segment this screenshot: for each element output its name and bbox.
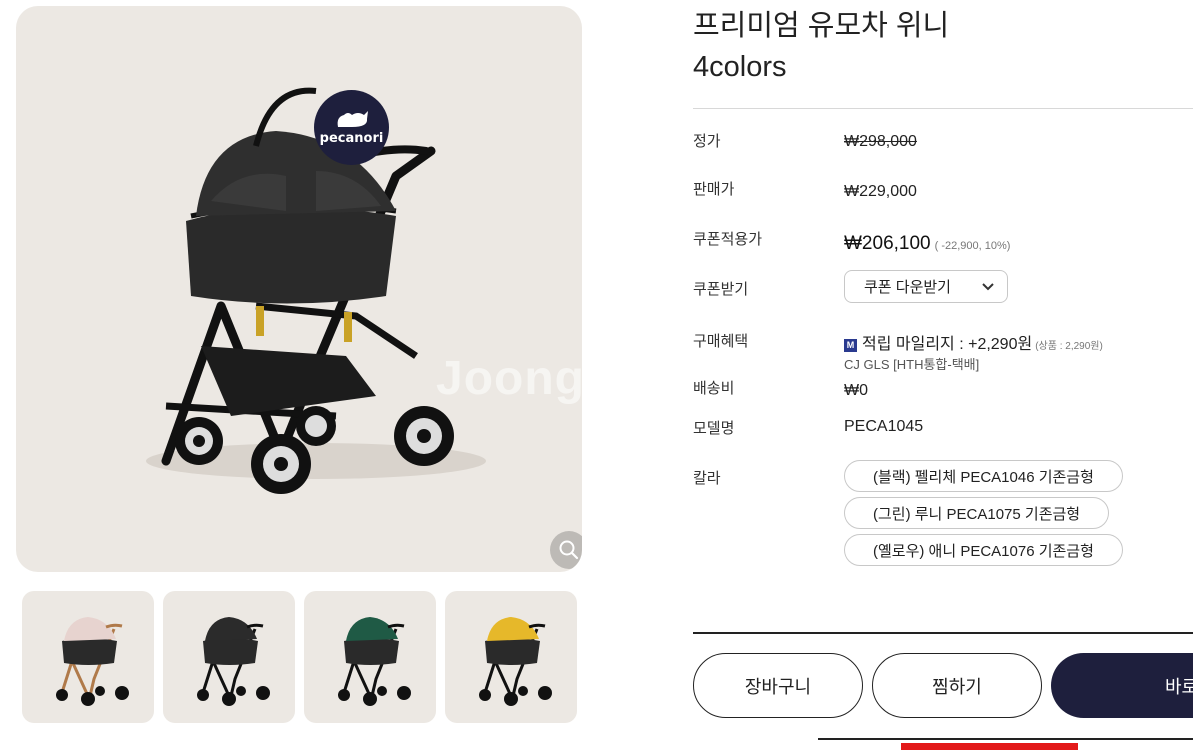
mileage-note: (상품 : 2,290원) [1035, 341, 1103, 352]
stroller-image [146, 87, 486, 494]
shipping-label: 배송비 [693, 380, 735, 397]
color-label: 칼라 [693, 470, 721, 487]
footer-red-bar [901, 743, 1078, 750]
thumbnail-1[interactable] [163, 591, 295, 723]
footer-divider [818, 738, 1193, 740]
thumbnail-0[interactable] [22, 591, 154, 723]
model-value: PECA1045 [844, 418, 924, 435]
product-title-line1: 프리미엄 유모차 위니 [693, 10, 950, 42]
add-to-cart-button[interactable]: 장바구니 [693, 653, 863, 718]
main-product-image[interactable]: Joong pecanori [16, 6, 582, 572]
chevron-down-icon [982, 283, 994, 291]
model-label: 모델명 [693, 420, 735, 437]
shipping-value: ₩0 [844, 382, 868, 399]
brand-name: pecanori [319, 131, 384, 146]
coupon-price-value: ₩206,100 [844, 233, 931, 254]
actions-divider [693, 632, 1193, 634]
coupon-price-group: ₩206,100( -22,900, 10%) [844, 233, 1010, 255]
thumbnail-strip [22, 591, 577, 723]
mileage-group: M 적립 마일리지 : +2,290원 (상품 : 2,290원) [844, 330, 1103, 354]
product-title-line2: 4colors [693, 51, 787, 83]
watermark-text: Joong [436, 352, 582, 405]
dog-cat-logo-icon [337, 111, 368, 127]
thumbnail-stroller-image [479, 617, 552, 706]
coupon-download-button[interactable]: 쿠폰 다운받기 [844, 270, 1008, 303]
thumbnail-stroller-image [197, 617, 270, 706]
buy-now-button[interactable]: 바로 [1051, 653, 1193, 718]
list-price-value: ₩298,000 [844, 133, 917, 150]
sale-price-value: ₩229,000 [844, 183, 917, 200]
coupon-price-label: 쿠폰적용가 [693, 231, 763, 248]
list-price-label: 정가 [693, 133, 721, 150]
wishlist-button[interactable]: 찜하기 [872, 653, 1042, 718]
mileage-icon: M [844, 339, 857, 352]
color-option-black[interactable]: (블랙) 펠리체 PECA1046 기존금형 [844, 460, 1123, 492]
sale-price-label: 판매가 [693, 181, 735, 198]
color-option-green[interactable]: (그린) 루니 PECA1075 기존금형 [844, 497, 1110, 529]
brand-logo-badge: pecanori [314, 90, 389, 165]
color-option-yellow[interactable]: (옐로우) 애니 PECA1076 기존금형 [844, 534, 1123, 566]
thumbnail-stroller-image [56, 617, 129, 706]
coupon-discount-note: ( -22,900, 10%) [934, 240, 1011, 252]
zoom-button[interactable] [550, 531, 582, 569]
magnifier-icon [559, 540, 579, 560]
courier-text: CJ GLS [HTH통합-택배] [844, 357, 980, 372]
thumbnail-2[interactable] [304, 591, 436, 723]
benefit-label: 구매혜택 [693, 333, 749, 350]
title-divider [693, 108, 1193, 109]
coupon-download-label: 쿠폰 다운받기 [864, 279, 951, 296]
mileage-text: 적립 마일리지 : +2,290원 [862, 336, 1033, 353]
coupon-label: 쿠폰받기 [693, 281, 749, 298]
thumbnail-stroller-image [338, 617, 411, 706]
thumbnail-3[interactable] [445, 591, 577, 723]
product-title: 프리미엄 유모차 위니 4colors [693, 6, 949, 88]
